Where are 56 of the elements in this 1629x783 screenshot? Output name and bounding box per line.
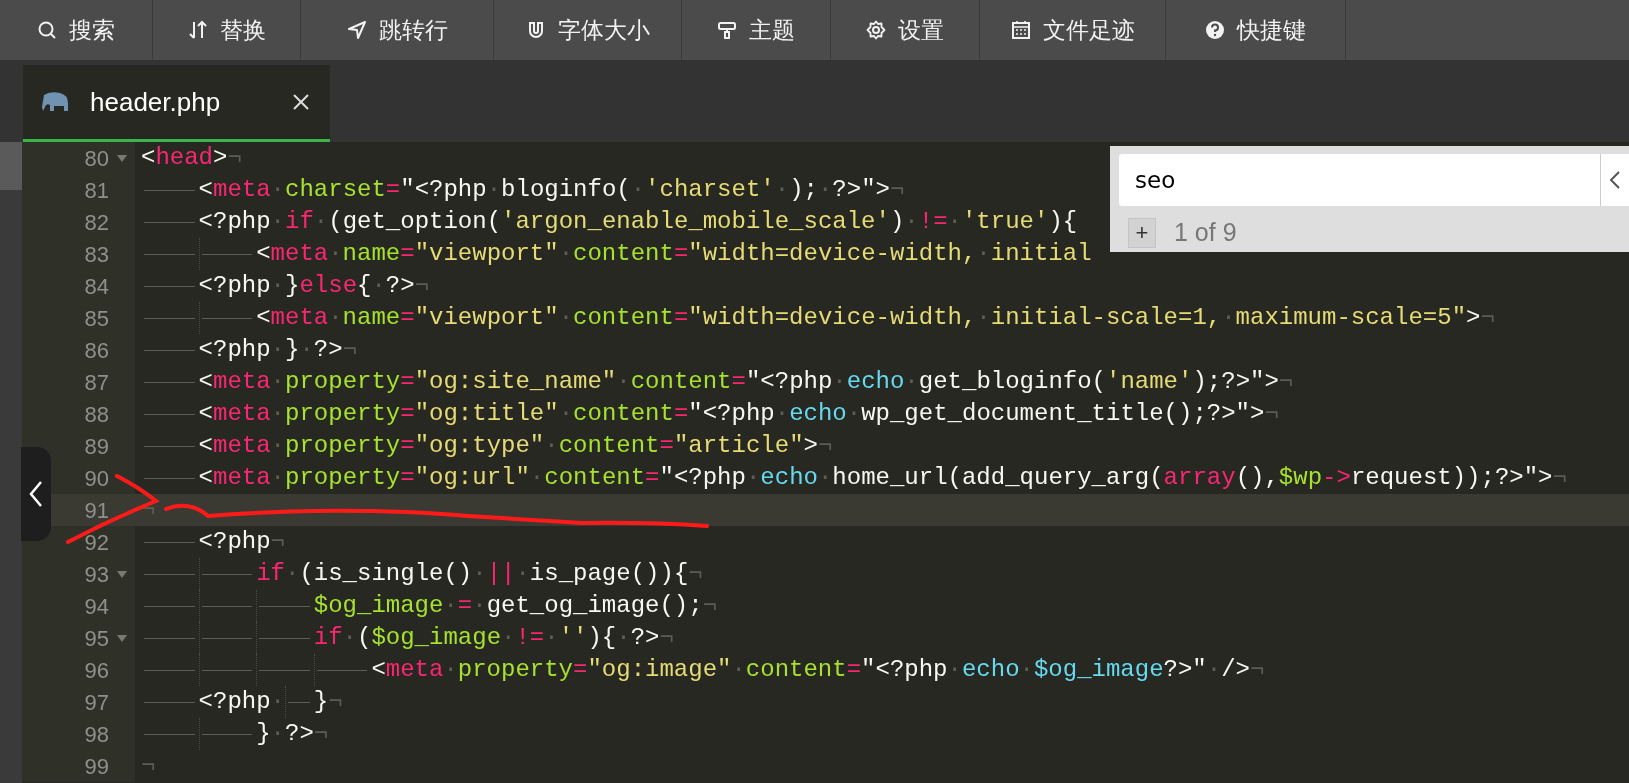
- line-number: 96: [84, 656, 109, 685]
- line-number: 98: [84, 720, 109, 749]
- settings-icon: [866, 20, 886, 40]
- fold-arrow-icon[interactable]: [117, 155, 127, 162]
- line-number: 84: [84, 272, 109, 301]
- add-button[interactable]: +: [1128, 217, 1156, 248]
- file-tab[interactable]: header.php: [23, 65, 330, 142]
- search-icon: [37, 20, 57, 40]
- close-icon[interactable]: [292, 93, 310, 111]
- code-line: }·?>¬: [135, 718, 1629, 750]
- code-line: if·(is_single()·||·is_page()){¬: [135, 558, 1629, 590]
- swap-arrows-icon: [187, 20, 208, 40]
- search-field[interactable]: seo: [1119, 154, 1600, 206]
- line-number: 97: [84, 688, 109, 717]
- help-icon: [1205, 20, 1225, 40]
- fold-arrow-icon[interactable]: [117, 635, 127, 642]
- fold-arrow-icon[interactable]: [117, 571, 127, 578]
- elephant-icon: [40, 91, 70, 113]
- line-number: 85: [84, 304, 109, 333]
- line-number: 99: [84, 752, 109, 781]
- code-line: if·($og_image·!=·''){·?>¬: [135, 622, 1629, 654]
- code-line: <meta·property="og:site_name"·content="<?php·echo·get_bloginfo('name');?>">¬: [135, 366, 1629, 398]
- collapse-panel-button[interactable]: [21, 447, 51, 541]
- code-line: <?php¬: [135, 526, 1629, 558]
- code-line: <?php·}·?>¬: [135, 334, 1629, 366]
- code-line: $og_image·=·get_og_image();¬: [135, 590, 1629, 622]
- line-number: 93: [84, 560, 109, 589]
- code-line: ¬: [140, 751, 157, 781]
- line-number: 83: [84, 240, 109, 269]
- code-line: <head>¬: [140, 143, 243, 173]
- code-line: <meta·property="og:type"·content="article">¬: [135, 430, 1629, 462]
- line-number: 80: [84, 144, 109, 173]
- code-line: <meta·property="og:image"·content="<?php·echo·$og_image?>"·/>¬: [135, 654, 1629, 686]
- line-number: 95: [84, 624, 109, 653]
- paint-roller-icon: [717, 20, 737, 40]
- calendar-icon: [1010, 20, 1031, 40]
- line-number: 81: [84, 176, 109, 205]
- line-number: 92: [84, 528, 109, 557]
- line-number: 94: [84, 592, 109, 621]
- line-number: 88: [84, 400, 109, 429]
- code-line: <?php· }¬: [135, 686, 1629, 718]
- line-number: 82: [84, 208, 109, 237]
- code-line: <meta·name="viewport"·content="width=device-width,·initial-scale=1,·maximum-scale=5">¬: [135, 302, 1629, 334]
- navigation-arrow-icon: [346, 20, 367, 40]
- tab-title: header.php: [90, 85, 222, 119]
- line-number: 90: [84, 464, 109, 493]
- line-number: 86: [84, 336, 109, 365]
- previous-match-button[interactable]: [1600, 154, 1629, 206]
- line-number: 89: [84, 432, 109, 461]
- code-line: <meta·property="og:title"·content="<?php·echo·wp_get_document_title();?>">¬: [135, 398, 1629, 430]
- code-line: <?php·}else{·?>¬: [135, 270, 1629, 302]
- code-line: <meta·property="og:url"·content="<?php·echo·home_url(add_query_arg(array(),$wp->request));?>">¬: [135, 462, 1629, 494]
- chevron-left-icon: [28, 480, 44, 508]
- line-number: 91: [84, 496, 109, 525]
- chevron-left-icon: [1609, 170, 1621, 190]
- line-number: 87: [84, 368, 109, 397]
